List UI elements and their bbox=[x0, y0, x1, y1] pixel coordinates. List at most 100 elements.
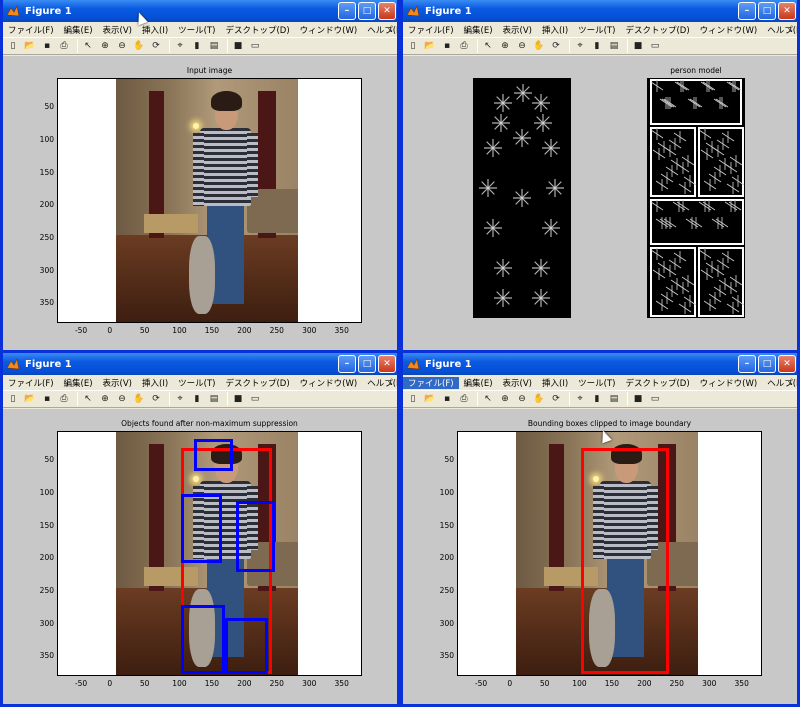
pointer-icon[interactable]: ↖ bbox=[481, 392, 495, 406]
menu-overflow-icon[interactable]: ↘ bbox=[387, 379, 393, 387]
zoom-out-icon[interactable]: ⊖ bbox=[515, 392, 529, 406]
minimize-button[interactable]: – bbox=[338, 2, 356, 20]
pointer-icon[interactable]: ↖ bbox=[81, 392, 95, 406]
legend-icon[interactable]: ▤ bbox=[607, 392, 621, 406]
menu-item[interactable]: ツール(T) bbox=[573, 24, 620, 36]
title-bar[interactable]: Figure 1 – □ ✕ bbox=[3, 353, 397, 375]
menu-item[interactable]: 挿入(I) bbox=[137, 377, 173, 389]
legend-icon[interactable]: ▤ bbox=[207, 39, 221, 53]
close-button[interactable]: ✕ bbox=[378, 355, 396, 373]
menu-item[interactable]: 編集(E) bbox=[459, 377, 498, 389]
colorbar-icon[interactable]: ▮ bbox=[190, 392, 204, 406]
save-icon[interactable]: ▪ bbox=[40, 39, 54, 53]
colorbar-icon[interactable]: ▮ bbox=[590, 392, 604, 406]
menu-item[interactable]: ウィンドウ(W) bbox=[695, 377, 763, 389]
legend-icon[interactable]: ▤ bbox=[607, 39, 621, 53]
rotate-3d-icon[interactable]: ⟳ bbox=[549, 392, 563, 406]
maximize-button[interactable]: □ bbox=[358, 2, 376, 20]
zoom-out-icon[interactable]: ⊖ bbox=[515, 39, 529, 53]
pointer-icon[interactable]: ↖ bbox=[481, 39, 495, 53]
print-icon[interactable]: ⎙ bbox=[457, 39, 471, 53]
menu-item[interactable]: ファイル(F) bbox=[403, 24, 459, 36]
pan-hand-icon[interactable]: ✋ bbox=[132, 39, 146, 53]
menu-item[interactable]: 表示(V) bbox=[498, 377, 537, 389]
menu-item[interactable]: ウィンドウ(W) bbox=[295, 377, 363, 389]
menu-item[interactable]: 挿入(I) bbox=[137, 24, 173, 36]
save-icon[interactable]: ▪ bbox=[440, 392, 454, 406]
maximize-button[interactable]: □ bbox=[358, 355, 376, 373]
menu-item[interactable]: デスクトップ(D) bbox=[220, 24, 294, 36]
pan-hand-icon[interactable]: ✋ bbox=[132, 392, 146, 406]
maximize-button[interactable]: □ bbox=[758, 355, 776, 373]
menu-item[interactable]: ファイル(F) bbox=[3, 24, 59, 36]
data-cursor-icon[interactable]: ⌖ bbox=[173, 392, 187, 406]
menu-item[interactable]: ヘルプ(H) bbox=[362, 377, 397, 389]
menu-item[interactable]: デスクトップ(D) bbox=[220, 377, 294, 389]
menu-item[interactable]: ツール(T) bbox=[173, 24, 220, 36]
show-plot-tools-icon[interactable]: ▭ bbox=[648, 39, 662, 53]
zoom-in-icon[interactable]: ⊕ bbox=[98, 39, 112, 53]
menu-item[interactable]: ウィンドウ(W) bbox=[295, 24, 363, 36]
close-button[interactable]: ✕ bbox=[778, 2, 796, 20]
hide-plot-tools-icon[interactable]: ■ bbox=[231, 39, 245, 53]
show-plot-tools-icon[interactable]: ▭ bbox=[248, 39, 262, 53]
zoom-in-icon[interactable]: ⊕ bbox=[98, 392, 112, 406]
menu-overflow-icon[interactable]: ↘ bbox=[787, 379, 793, 387]
rotate-3d-icon[interactable]: ⟳ bbox=[149, 392, 163, 406]
menu-item[interactable]: 挿入(I) bbox=[537, 24, 573, 36]
menu-item[interactable]: 編集(E) bbox=[59, 377, 98, 389]
zoom-in-icon[interactable]: ⊕ bbox=[498, 39, 512, 53]
image-axes[interactable] bbox=[57, 78, 362, 323]
menu-item[interactable]: 表示(V) bbox=[98, 24, 137, 36]
title-bar[interactable]: Figure 1 – □ ✕ bbox=[403, 0, 797, 22]
hide-plot-tools-icon[interactable]: ■ bbox=[631, 39, 645, 53]
menu-item[interactable]: ヘルプ(H) bbox=[762, 24, 797, 36]
menu-item[interactable]: 編集(E) bbox=[59, 24, 98, 36]
menu-item[interactable]: 表示(V) bbox=[498, 24, 537, 36]
menu-item[interactable]: 表示(V) bbox=[98, 377, 137, 389]
minimize-button[interactable]: – bbox=[338, 355, 356, 373]
maximize-button[interactable]: □ bbox=[758, 2, 776, 20]
menu-item[interactable]: デスクトップ(D) bbox=[620, 24, 694, 36]
print-icon[interactable]: ⎙ bbox=[457, 392, 471, 406]
close-button[interactable]: ✕ bbox=[378, 2, 396, 20]
menu-item[interactable]: ヘルプ(H) bbox=[762, 377, 797, 389]
minimize-button[interactable]: – bbox=[738, 355, 756, 373]
open-folder-icon[interactable]: 📂 bbox=[23, 39, 37, 53]
open-folder-icon[interactable]: 📂 bbox=[23, 392, 37, 406]
colorbar-icon[interactable]: ▮ bbox=[190, 39, 204, 53]
new-file-icon[interactable]: ▯ bbox=[406, 39, 420, 53]
new-file-icon[interactable]: ▯ bbox=[406, 392, 420, 406]
show-plot-tools-icon[interactable]: ▭ bbox=[648, 392, 662, 406]
data-cursor-icon[interactable]: ⌖ bbox=[173, 39, 187, 53]
menu-item[interactable]: ウィンドウ(W) bbox=[695, 24, 763, 36]
menu-item[interactable]: ファイル(F) bbox=[403, 376, 459, 389]
hide-plot-tools-icon[interactable]: ■ bbox=[631, 392, 645, 406]
open-folder-icon[interactable]: 📂 bbox=[423, 39, 437, 53]
title-bar[interactable]: Figure 1 – □ ✕ bbox=[3, 0, 397, 22]
zoom-out-icon[interactable]: ⊖ bbox=[115, 392, 129, 406]
menu-item[interactable]: 挿入(I) bbox=[537, 377, 573, 389]
save-icon[interactable]: ▪ bbox=[40, 392, 54, 406]
show-plot-tools-icon[interactable]: ▭ bbox=[248, 392, 262, 406]
menu-item[interactable]: ツール(T) bbox=[573, 377, 620, 389]
minimize-button[interactable]: – bbox=[738, 2, 756, 20]
zoom-out-icon[interactable]: ⊖ bbox=[115, 39, 129, 53]
menu-overflow-icon[interactable]: ↘ bbox=[787, 26, 793, 34]
menu-overflow-icon[interactable]: ↘ bbox=[387, 26, 393, 34]
rotate-3d-icon[interactable]: ⟳ bbox=[549, 39, 563, 53]
close-button[interactable]: ✕ bbox=[778, 355, 796, 373]
pan-hand-icon[interactable]: ✋ bbox=[532, 392, 546, 406]
menu-item[interactable]: ツール(T) bbox=[173, 377, 220, 389]
data-cursor-icon[interactable]: ⌖ bbox=[573, 39, 587, 53]
title-bar[interactable]: Figure 1 – □ ✕ bbox=[403, 353, 797, 375]
rotate-3d-icon[interactable]: ⟳ bbox=[149, 39, 163, 53]
save-icon[interactable]: ▪ bbox=[440, 39, 454, 53]
data-cursor-icon[interactable]: ⌖ bbox=[573, 392, 587, 406]
open-folder-icon[interactable]: 📂 bbox=[423, 392, 437, 406]
menu-item[interactable]: デスクトップ(D) bbox=[620, 377, 694, 389]
colorbar-icon[interactable]: ▮ bbox=[590, 39, 604, 53]
pointer-icon[interactable]: ↖ bbox=[81, 39, 95, 53]
zoom-in-icon[interactable]: ⊕ bbox=[498, 392, 512, 406]
print-icon[interactable]: ⎙ bbox=[57, 39, 71, 53]
